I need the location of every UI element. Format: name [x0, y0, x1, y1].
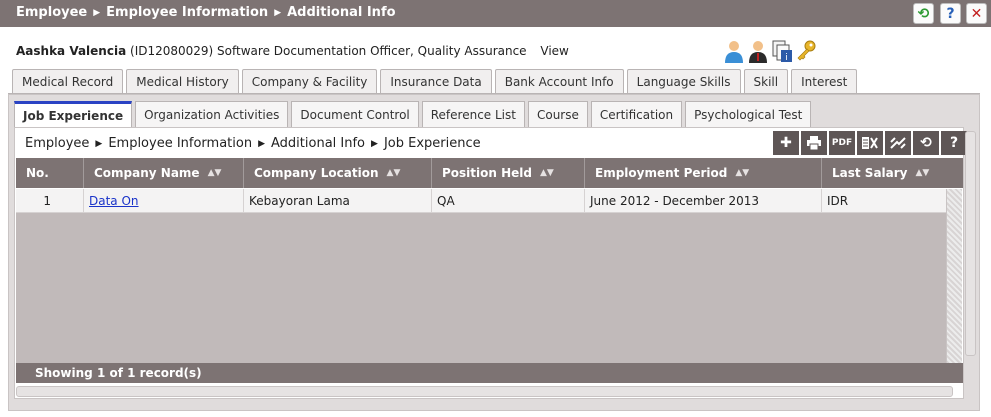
- employee-action-icons: i: [723, 39, 817, 63]
- breadcrumb: Employee ▶ Employee Information ▶ Additi…: [25, 136, 481, 151]
- tab-organization-activities[interactable]: Organization Activities: [135, 101, 289, 127]
- column-header-label: No.: [26, 166, 49, 180]
- column-header-last-salary[interactable]: Last Salary ▲▼: [822, 158, 963, 188]
- column-header-label: Company Location: [254, 166, 379, 180]
- title-crumb-employee[interactable]: Employee: [16, 5, 87, 20]
- employee-name: Aashka Valencia: [16, 44, 127, 58]
- column-header-label: Company Name: [94, 166, 200, 180]
- table-vertical-scrollbar[interactable]: [946, 189, 962, 363]
- info-documents-icon[interactable]: i: [771, 39, 793, 63]
- cell-no: 1: [16, 189, 84, 213]
- crumb-arrow-icon: ▶: [93, 7, 101, 18]
- tab-bank-account-info[interactable]: Bank Account Info: [494, 69, 624, 94]
- breadcrumb-employee[interactable]: Employee: [25, 136, 89, 151]
- person-icon[interactable]: [723, 39, 745, 63]
- refresh-grid-icon[interactable]: ⟲: [913, 131, 939, 155]
- tab-reference-list[interactable]: Reference List: [421, 101, 525, 127]
- crumb-arrow-icon: ▶: [371, 138, 378, 149]
- cell-company-location: Kebayoran Lama: [244, 189, 432, 213]
- refresh-icon[interactable]: ⟲: [913, 3, 934, 24]
- column-header-label: Last Salary: [832, 166, 908, 180]
- tab-document-control[interactable]: Document Control: [291, 101, 419, 127]
- table-empty-area: [16, 213, 946, 363]
- column-header-employment-period[interactable]: Employment Period ▲▼: [585, 158, 822, 188]
- sort-icon[interactable]: ▲▼: [540, 168, 554, 178]
- sort-icon[interactable]: ▲▼: [387, 168, 401, 178]
- sort-icon[interactable]: ▲▼: [735, 168, 749, 178]
- crumb-arrow-icon: ▶: [274, 7, 282, 18]
- sort-icon[interactable]: ▲▼: [208, 168, 222, 178]
- tab-interest[interactable]: Interest: [791, 69, 858, 94]
- close-icon[interactable]: ✕: [966, 3, 987, 24]
- view-link[interactable]: View: [540, 44, 568, 58]
- table-header: No. Company Name ▲▼ Company Location ▲▼ Po…: [16, 158, 963, 188]
- column-header-company-location[interactable]: Company Location ▲▼: [244, 158, 432, 188]
- tab-insurance-data[interactable]: Insurance Data: [380, 69, 492, 94]
- employee-info-line: Aashka Valencia (ID12080029) Software Do…: [16, 44, 569, 58]
- pdf-export-icon[interactable]: PDF: [829, 131, 855, 155]
- tab-job-experience[interactable]: Job Experience: [14, 101, 133, 127]
- table-row[interactable]: 1 Data On Kebayoran Lama QA June 2012 - …: [16, 189, 946, 213]
- tab-medical-history[interactable]: Medical History: [126, 69, 239, 94]
- column-header-label: Employment Period: [595, 166, 728, 180]
- cell-employment-period: June 2012 - December 2013: [585, 189, 822, 213]
- crumb-arrow-icon: ▶: [258, 138, 266, 149]
- title-breadcrumb: Employee ▶ Employee Information ▶ Additi…: [16, 5, 396, 20]
- excel-export-icon[interactable]: [857, 131, 883, 155]
- employee-details: (ID12080029) Software Documentation Offi…: [130, 44, 527, 58]
- horizontal-scrollbar[interactable]: [16, 386, 953, 397]
- cell-position-held: QA: [432, 189, 585, 213]
- panel-vertical-scrollbar[interactable]: [965, 131, 976, 356]
- column-header-no[interactable]: No.: [16, 158, 84, 188]
- breadcrumb-job-experience: Job Experience: [383, 136, 481, 151]
- tabs-row-2: Job Experience Organization Activities D…: [14, 101, 812, 127]
- tab-course[interactable]: Course: [527, 101, 588, 127]
- key-icon[interactable]: [795, 39, 817, 63]
- title-crumb-additional-info: Additional Info: [287, 5, 396, 20]
- manager-icon[interactable]: [747, 39, 769, 63]
- title-bar: Employee ▶ Employee Information ▶ Additi…: [0, 0, 991, 27]
- table-footer-status: Showing 1 of 1 record(s): [16, 363, 963, 383]
- tab-medical-record[interactable]: Medical Record: [12, 69, 124, 94]
- tab-psychological-test[interactable]: Psychological Test: [685, 101, 812, 127]
- svg-text:i: i: [785, 53, 788, 63]
- tab-language-skills[interactable]: Language Skills: [626, 69, 741, 94]
- grid-toolbar: ✚ PDF ⟲ ?: [773, 131, 967, 155]
- title-crumb-employee-info[interactable]: Employee Information: [106, 5, 268, 20]
- sort-icon[interactable]: ▲▼: [916, 168, 930, 178]
- breadcrumb-additional-info[interactable]: Additional Info: [271, 136, 365, 151]
- tabs-row-1: Medical Record Medical History Company &…: [12, 69, 858, 94]
- tab-certification[interactable]: Certification: [590, 101, 683, 127]
- tab-skill[interactable]: Skill: [743, 69, 789, 94]
- cell-last-salary: IDR: [827, 194, 849, 208]
- tab-company-facility[interactable]: Company & Facility: [241, 69, 378, 94]
- cell-company-name-link[interactable]: Data On: [84, 189, 244, 213]
- print-icon[interactable]: [801, 131, 827, 155]
- crumb-arrow-icon: ▶: [95, 138, 103, 149]
- column-header-position-held[interactable]: Position Held ▲▼: [432, 158, 585, 188]
- add-icon[interactable]: ✚: [773, 131, 799, 155]
- help-icon[interactable]: ?: [940, 3, 961, 24]
- column-header-company-name[interactable]: Company Name ▲▼: [84, 158, 244, 188]
- grid-help-icon[interactable]: ?: [941, 131, 967, 155]
- filter-icon[interactable]: [885, 131, 911, 155]
- breadcrumb-employee-info[interactable]: Employee Information: [108, 136, 252, 151]
- column-header-label: Position Held: [442, 166, 532, 180]
